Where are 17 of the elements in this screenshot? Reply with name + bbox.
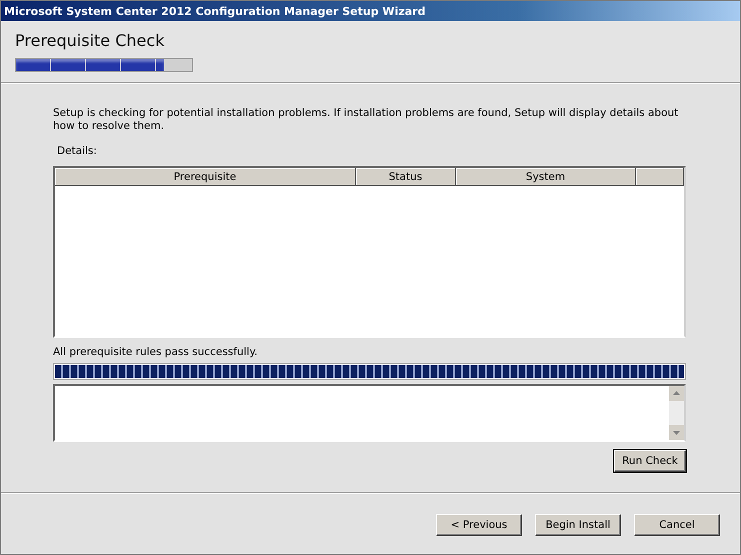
status-text: All prerequisite rules pass successfully. [53, 346, 258, 358]
wizard-button[interactable]: < Previous [436, 514, 522, 536]
scrollbar[interactable] [669, 386, 684, 440]
scroll-down-icon[interactable] [669, 425, 684, 440]
column-header [636, 168, 684, 186]
column-header[interactable]: Prerequisite [55, 168, 356, 186]
scroll-up-icon[interactable] [669, 386, 684, 401]
window-title: Microsoft System Center 2012 Configuration Manager Setup Wizard [1, 1, 740, 21]
log-box[interactable] [53, 384, 686, 442]
wizard-button[interactable]: Begin Install [535, 514, 621, 536]
wizard-button[interactable]: Cancel [634, 514, 720, 536]
column-header[interactable]: Status [356, 168, 456, 186]
run-check-button[interactable]: Run Check [614, 450, 686, 472]
page-title: Prerequisite Check [15, 31, 166, 50]
details-label: Details: [57, 145, 98, 157]
column-header[interactable]: System [456, 168, 636, 186]
intro-text: Setup is checking for potential installation problems. If installation problems are found, Setup will display details about how to resolve them. [53, 107, 680, 133]
